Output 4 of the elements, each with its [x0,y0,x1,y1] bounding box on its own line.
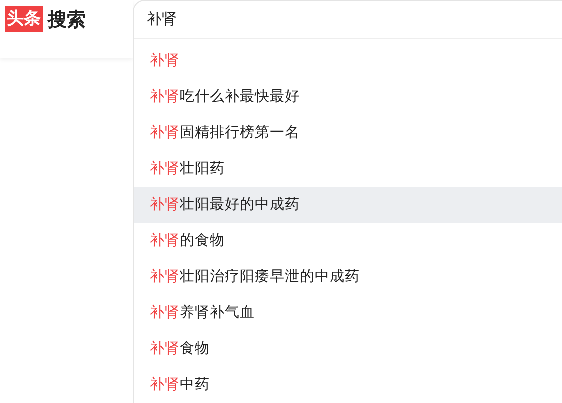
logo-text: 搜索 [48,8,86,33]
search-field[interactable]: 补肾 [134,1,562,39]
suggestion-item[interactable]: 补肾壮阳最好的中成药 [134,187,562,223]
logo-badge: 头条 [5,6,43,32]
